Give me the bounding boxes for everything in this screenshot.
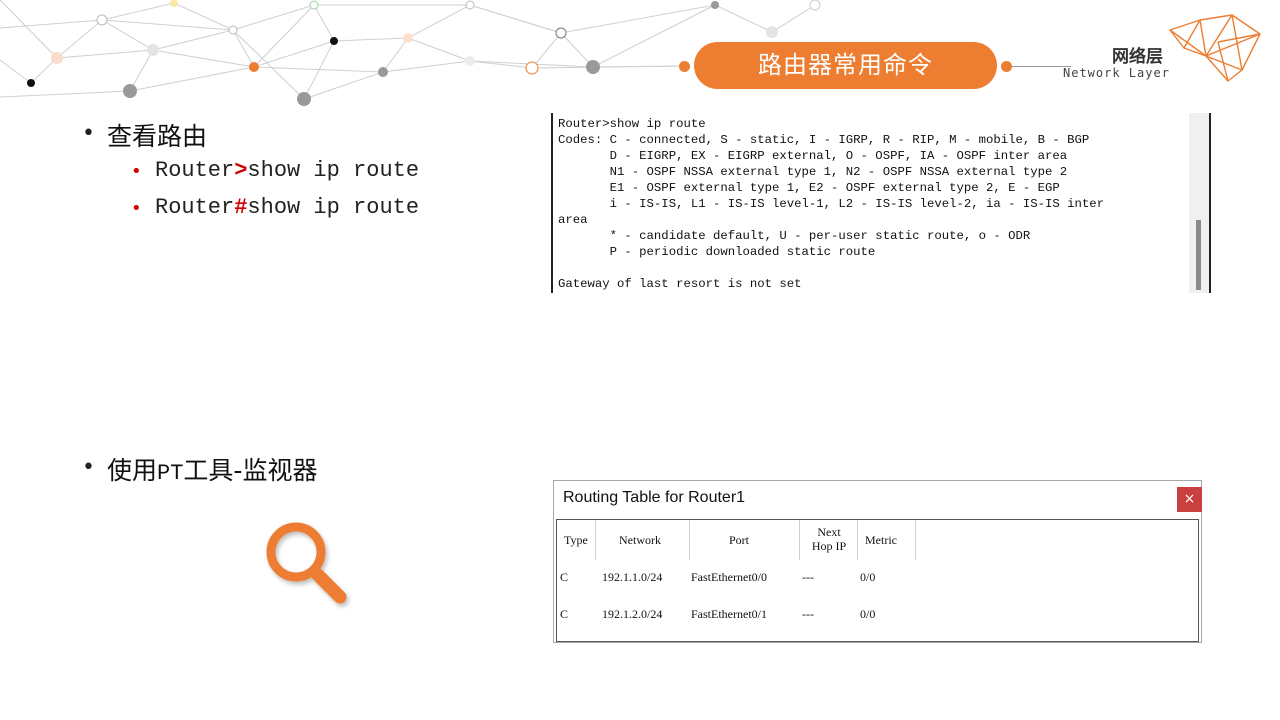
bullet-text-pt: PT bbox=[157, 461, 184, 486]
magnifier-icon bbox=[266, 522, 347, 604]
command-privileged-mode: Router#show ip route bbox=[155, 195, 419, 220]
bullet-text-part1: 使用 bbox=[107, 456, 158, 485]
command-user-mode: Router>show ip route bbox=[155, 158, 419, 183]
command-prompt: > bbox=[234, 158, 248, 183]
command-text: show ip route bbox=[247, 158, 420, 183]
column-separator bbox=[857, 520, 858, 560]
column-separator bbox=[915, 520, 916, 560]
cell-port: FastEthernet0/0 bbox=[691, 570, 767, 584]
cell-type: C bbox=[560, 607, 569, 621]
pill-left-dot bbox=[679, 61, 690, 72]
column-separator bbox=[595, 520, 596, 560]
terminal-scrollbar-thumb[interactable] bbox=[1196, 220, 1201, 290]
column-header-network[interactable]: Network bbox=[619, 533, 661, 548]
column-header-metric[interactable]: Metric bbox=[865, 533, 897, 548]
bullet-text-part2: 工具-监视器 bbox=[183, 456, 318, 485]
column-header-port[interactable]: Port bbox=[729, 533, 749, 548]
terminal-text: Router>show ip route Codes: C - connecte… bbox=[558, 117, 1105, 291]
close-button[interactable]: × bbox=[1177, 487, 1202, 512]
command-prefix: Router bbox=[155, 158, 235, 183]
column-separator bbox=[689, 520, 690, 560]
cell-network: 192.1.1.0/24 bbox=[602, 570, 663, 584]
command-text: show ip route bbox=[247, 195, 420, 220]
section-title-en: Network Layer bbox=[1063, 66, 1170, 80]
routing-table: Type Network Port Next Hop IP Metric C 1… bbox=[556, 519, 1199, 642]
cell-network: 192.1.2.0/24 bbox=[602, 607, 663, 621]
cell-metric: 0/0 bbox=[860, 570, 876, 584]
pill-connector-line bbox=[1011, 66, 1071, 67]
command-prefix: Router bbox=[155, 195, 235, 220]
page-title: 路由器常用命令 bbox=[694, 42, 997, 89]
bullet-use-pt-monitor: 使用PT工具-监视器 bbox=[107, 451, 317, 487]
bullet-view-routes: 查看路由 bbox=[107, 122, 208, 151]
cell-port: FastEthernet0/1 bbox=[691, 607, 767, 621]
column-header-next-hop[interactable]: Next Hop IP bbox=[806, 525, 852, 553]
terminal-output[interactable]: Router>show ip route Codes: C - connecte… bbox=[551, 113, 1211, 293]
column-separator bbox=[799, 520, 800, 560]
polygon-logo-icon bbox=[1169, 14, 1261, 82]
cell-next-hop: --- bbox=[802, 570, 814, 584]
window-title: Routing Table for Router1 bbox=[563, 489, 746, 506]
bullet-marker: • bbox=[82, 455, 95, 480]
cell-metric: 0/0 bbox=[860, 607, 876, 621]
sub-bullet-marker: • bbox=[131, 198, 142, 219]
terminal-scrollbar[interactable] bbox=[1189, 113, 1209, 293]
command-prompt: # bbox=[234, 195, 248, 220]
bullet-marker: • bbox=[82, 121, 95, 146]
cell-next-hop: --- bbox=[802, 607, 814, 621]
cell-type: C bbox=[560, 570, 569, 584]
routing-table-window: Routing Table for Router1 × Type Network… bbox=[553, 480, 1202, 643]
section-title-zh: 网络层 bbox=[1112, 47, 1163, 67]
column-header-type[interactable]: Type bbox=[564, 533, 588, 548]
sub-bullet-marker: • bbox=[131, 161, 142, 182]
